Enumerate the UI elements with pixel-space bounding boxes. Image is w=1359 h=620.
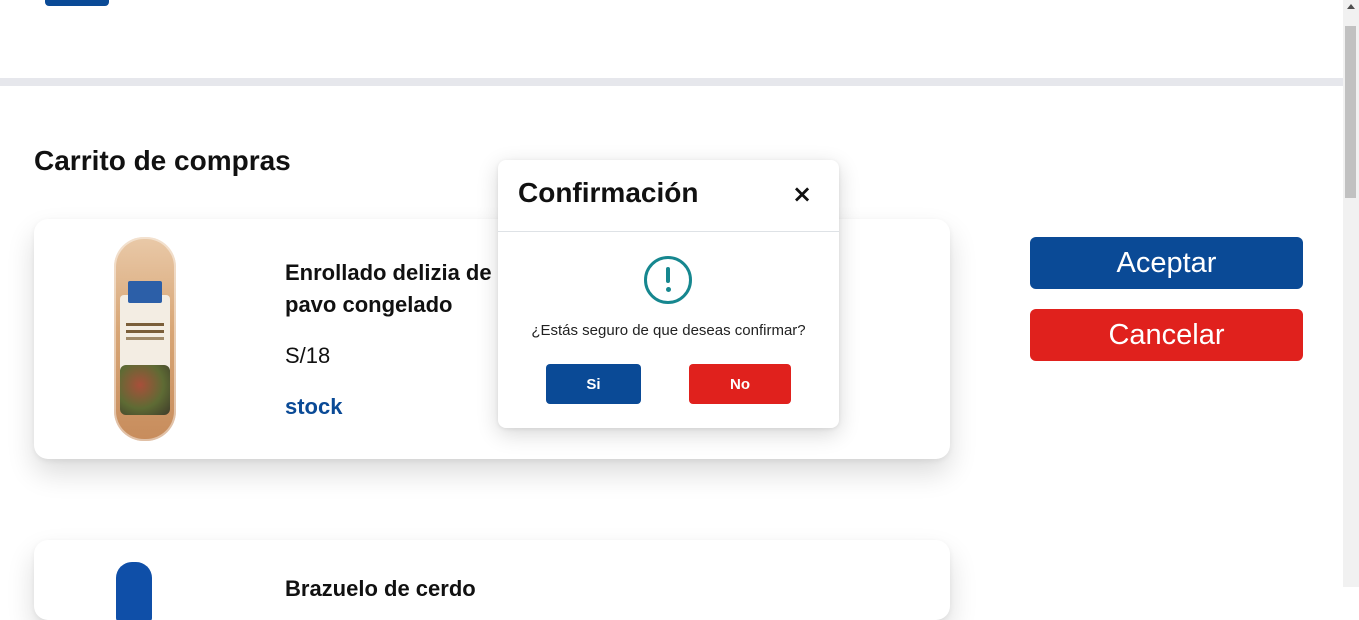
header-button[interactable] [45,0,109,6]
product-label-text [126,323,164,326]
modal-divider [498,231,839,232]
header-divider [0,78,1343,86]
product-image [114,237,176,441]
product-image [116,562,152,620]
close-icon[interactable]: × [788,180,816,208]
food-photo [120,365,170,415]
page-title: Carrito de compras [34,145,291,176]
scrollbar[interactable] [1343,0,1359,587]
product-name: Enrollado delizia de pavo congelado [285,260,492,317]
product-name: Brazuelo de cerdo [285,576,476,601]
accept-button[interactable]: Aceptar [1030,237,1303,289]
modal-title: Confirmación [518,177,699,208]
cart-item-card: Brazuelo de cerdo [34,540,950,620]
brand-logo [128,281,162,303]
product-stock: stock [285,394,343,419]
confirmation-modal: Confirmación × ¿Estás seguro de que dese… [498,160,839,428]
product-price: S/18 [285,343,331,368]
confirm-no-button[interactable]: No [689,364,791,404]
confirm-yes-button[interactable]: Si [546,364,641,404]
scrollbar-thumb[interactable] [1345,26,1356,198]
exclamation-circle-icon [644,256,692,304]
modal-message: ¿Estás seguro de que deseas confirmar? [531,322,806,339]
cancel-button[interactable]: Cancelar [1030,309,1303,361]
scroll-up-icon[interactable] [1347,4,1355,9]
